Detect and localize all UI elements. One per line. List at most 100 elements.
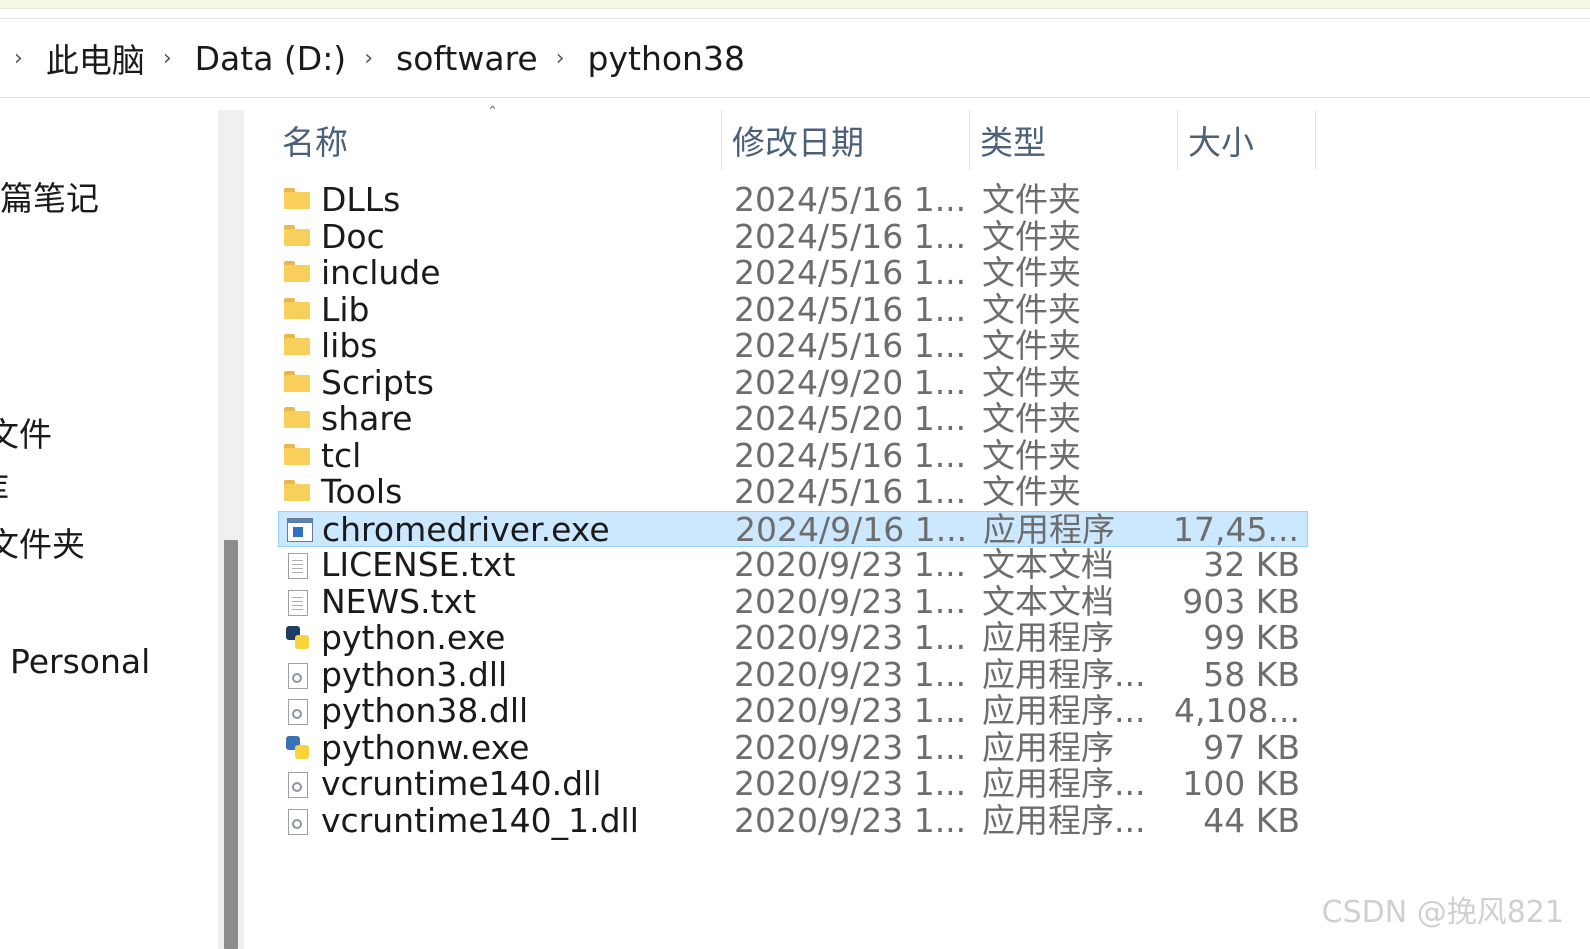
dll-icon bbox=[288, 808, 308, 835]
chevron-right-icon[interactable]: › bbox=[542, 46, 584, 71]
file-row[interactable]: python38.dll 2020/9/23 1... 应用程序... 4,108..… bbox=[278, 693, 1308, 730]
file-name: LICENSE.txt bbox=[321, 545, 516, 584]
file-date: 2020/9/23 1... bbox=[734, 764, 967, 803]
file-icon-cell bbox=[284, 730, 312, 766]
file-name: chromedriver.exe bbox=[322, 509, 610, 549]
file-date: 2024/5/20 1... bbox=[734, 399, 967, 438]
file-size: 58 KB bbox=[1203, 654, 1300, 694]
file-date: 2024/5/16 1... bbox=[734, 180, 967, 219]
file-date: 2024/5/16 1... bbox=[734, 216, 967, 256]
file-row[interactable]: Tools 2024/5/16 1... 文件夹 bbox=[278, 474, 1308, 511]
file-icon-cell bbox=[284, 182, 312, 218]
file-row[interactable]: Doc 2024/5/16 1... 文件夹 bbox=[278, 216, 1308, 256]
folder-icon bbox=[284, 261, 310, 283]
file-name: vcruntime140_1.dll bbox=[321, 800, 639, 840]
file-size: 99 KB bbox=[1203, 618, 1300, 657]
chevron-right-icon[interactable]: › bbox=[350, 46, 392, 71]
file-row[interactable]: pythonw.exe 2020/9/23 1... 应用程序 97 KB bbox=[278, 729, 1308, 767]
address-bar[interactable]: › 此电脑 › Data (D:) › software › python38 bbox=[0, 18, 1590, 98]
file-name: Doc bbox=[321, 216, 385, 256]
column-header-name[interactable]: 名称 bbox=[272, 110, 722, 170]
file-row[interactable]: share 2024/5/20 1... 文件夹 bbox=[278, 401, 1308, 438]
file-date: 2024/5/16 1... bbox=[734, 253, 967, 292]
breadcrumb-item-this-pc[interactable]: 此电脑 bbox=[42, 34, 149, 82]
file-size: 4,108... bbox=[1174, 691, 1300, 730]
folder-icon bbox=[284, 480, 310, 502]
nav-item-notes[interactable]: 篇笔记 bbox=[0, 172, 99, 220]
file-type: 文件夹 bbox=[982, 289, 1081, 329]
folder-icon bbox=[284, 297, 310, 320]
file-type: 应用程序... bbox=[982, 764, 1146, 803]
file-type: 应用程序 bbox=[982, 618, 1114, 657]
file-row[interactable]: libs 2024/5/16 1... 文件夹 bbox=[278, 328, 1308, 365]
file-row[interactable]: NEWS.txt 2020/9/23 1... 文本文档 903 KB bbox=[278, 581, 1308, 621]
breadcrumb-item-python38[interactable]: python38 bbox=[584, 39, 749, 78]
file-date: 2020/9/23 1... bbox=[734, 618, 967, 657]
file-size: 44 KB bbox=[1203, 800, 1300, 840]
file-icon-cell bbox=[284, 657, 312, 693]
file-name: Lib bbox=[321, 289, 370, 329]
file-date: 2020/9/23 1... bbox=[734, 654, 967, 694]
file-row[interactable]: Lib 2024/5/16 1... 文件夹 bbox=[278, 289, 1308, 329]
file-row[interactable]: vcruntime140.dll 2020/9/23 1... 应用程序... 100… bbox=[278, 766, 1308, 803]
file-date: 2024/5/16 1... bbox=[734, 289, 967, 329]
file-size: 903 KB bbox=[1182, 581, 1300, 621]
nav-item-files[interactable]: 文件 bbox=[0, 408, 52, 456]
column-header-type[interactable]: 类型 bbox=[970, 110, 1178, 170]
file-row[interactable]: vcruntime140_1.dll 2020/9/23 1... 应用程序... 4… bbox=[278, 800, 1308, 840]
file-size: 32 KB bbox=[1203, 545, 1300, 584]
file-name: python.exe bbox=[321, 618, 506, 657]
file-type: 应用程序 bbox=[983, 509, 1115, 549]
file-icon-cell bbox=[284, 219, 312, 255]
folder-icon bbox=[284, 443, 310, 466]
file-icon-cell bbox=[284, 328, 312, 364]
file-row[interactable]: python.exe 2020/9/23 1... 应用程序 99 KB bbox=[278, 620, 1308, 657]
folder-icon bbox=[284, 407, 310, 429]
file-icon-cell bbox=[284, 584, 312, 620]
file-row[interactable]: LICENSE.txt 2020/9/23 1... 文本文档 32 KB bbox=[278, 547, 1308, 584]
file-icon-cell bbox=[284, 693, 312, 729]
file-row[interactable]: include 2024/5/16 1... 文件夹 bbox=[278, 255, 1308, 292]
breadcrumb-item-drive[interactable]: Data (D:) bbox=[191, 39, 351, 78]
file-date: 2024/9/20 1... bbox=[734, 362, 967, 402]
file-icon-cell bbox=[284, 547, 312, 583]
file-type: 应用程序... bbox=[982, 800, 1146, 840]
file-name: Scripts bbox=[321, 362, 434, 402]
file-type: 文件夹 bbox=[982, 253, 1081, 292]
breadcrumb-item-software[interactable]: software bbox=[392, 39, 542, 78]
nav-scrollbar[interactable] bbox=[218, 110, 244, 949]
file-icon-cell bbox=[284, 474, 312, 510]
file-name: share bbox=[321, 399, 413, 438]
nav-scrollbar-thumb[interactable] bbox=[224, 540, 238, 949]
chevron-right-icon[interactable]: › bbox=[149, 46, 191, 71]
column-header-size[interactable]: 大小 bbox=[1178, 110, 1316, 170]
nav-item-library[interactable]: 库 bbox=[0, 462, 9, 510]
file-date: 2024/9/16 1... bbox=[735, 509, 968, 549]
file-row[interactable]: tcl 2024/5/16 1... 文件夹 bbox=[278, 437, 1308, 475]
file-size: 17,45... bbox=[1173, 509, 1299, 549]
nav-item-1[interactable]: E bbox=[0, 354, 1, 393]
pythonw-icon bbox=[286, 735, 310, 760]
file-name: python38.dll bbox=[321, 691, 529, 730]
dll-icon bbox=[288, 699, 308, 725]
folder-icon bbox=[284, 370, 310, 393]
file-icon-cell bbox=[284, 365, 312, 401]
file-row[interactable]: python3.dll 2020/9/23 1... 应用程序... 58 KB bbox=[278, 654, 1308, 694]
file-name: Tools bbox=[321, 472, 403, 511]
file-type: 文件夹 bbox=[982, 472, 1081, 511]
file-icon-cell bbox=[284, 401, 312, 437]
file-row[interactable]: Scripts 2024/9/20 1... 文件夹 bbox=[278, 362, 1308, 402]
nav-item-folder[interactable]: 文件夹 bbox=[0, 518, 85, 566]
file-name: libs bbox=[321, 326, 378, 365]
file-date: 2020/9/23 1... bbox=[734, 545, 967, 584]
file-row[interactable]: chromedriver.exe 2024/9/16 1... 应用程序 17,45.… bbox=[278, 509, 1308, 549]
file-icon-cell bbox=[284, 803, 312, 839]
file-date: 2024/5/16 1... bbox=[734, 472, 967, 511]
file-size: 100 KB bbox=[1182, 764, 1300, 803]
file-row[interactable]: DLLs 2024/5/16 1... 文件夹 bbox=[278, 182, 1308, 219]
chevron-right-icon[interactable]: › bbox=[0, 46, 42, 71]
nav-item-personal[interactable]: Personal bbox=[10, 642, 150, 681]
column-header-date[interactable]: 修改日期 bbox=[722, 110, 970, 170]
text-file-icon bbox=[288, 589, 308, 616]
file-icon-cell bbox=[285, 512, 313, 548]
